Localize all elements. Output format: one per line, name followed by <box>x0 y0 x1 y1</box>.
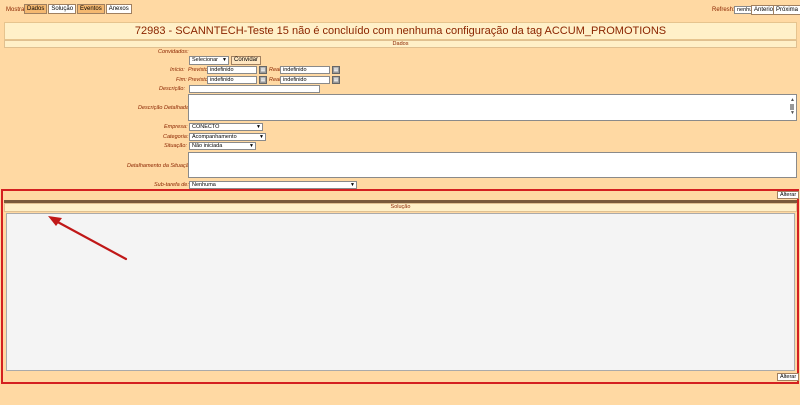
annotation-arrow-icon <box>48 216 128 261</box>
categoria-label: Categoria: <box>163 134 189 140</box>
chevron-down-icon: ▼ <box>350 182 355 188</box>
chevron-down-icon: ▼ <box>249 143 254 149</box>
alterar-solucao-button[interactable]: Alterar <box>777 373 800 381</box>
page-title: 72983 - SCANNTECH-Teste 15 não é concluí… <box>4 22 797 40</box>
descricao-detalhada-label: Descrição Detalhada: <box>138 105 191 111</box>
detalhamento-label: Detalhamento da Situação: <box>127 163 194 169</box>
fim-label: Fim: <box>176 77 187 83</box>
alterar-button[interactable]: Alterar <box>777 191 800 199</box>
chevron-down-icon: ▼ <box>222 57 227 63</box>
calendar-icon[interactable]: ▦ <box>259 76 267 84</box>
view-tabs: Dados Solução Eventos Anexos <box>24 4 132 14</box>
dados-header: Dados <box>4 40 797 48</box>
empresa-select[interactable]: CONECTO ▼ <box>189 123 263 131</box>
fim-real-input[interactable]: indefinido <box>280 76 330 84</box>
descricao-input[interactable] <box>189 85 320 93</box>
refresh-label: Refresh: <box>712 7 735 13</box>
empresa-label: Empresa: <box>164 124 188 130</box>
categoria-select[interactable]: Acompanhamento ▼ <box>189 133 266 141</box>
calendar-icon[interactable]: ▦ <box>332 66 340 74</box>
textarea-scrollbar[interactable]: ▲ ▼ <box>790 98 795 118</box>
convidados-select[interactable]: Selecionar ▼ <box>189 56 229 65</box>
subtarefa-select[interactable]: Nenhuma ▼ <box>189 181 357 189</box>
inicio-label: Início: <box>170 67 185 73</box>
chevron-down-icon: ▼ <box>256 124 261 130</box>
inicio-real-input[interactable]: indefinido <box>280 66 330 74</box>
inicio-previsto-input[interactable]: indefinido <box>207 66 257 74</box>
tab-eventos[interactable]: Eventos <box>77 4 105 14</box>
descricao-label: Descrição: <box>159 86 185 92</box>
subtarefa-label: Sub-tarefa de: <box>154 182 189 188</box>
detalhamento-textarea[interactable] <box>188 152 797 178</box>
situacao-label: Situação: <box>164 143 187 149</box>
tab-anexos[interactable]: Anexos <box>105 4 132 14</box>
convidados-label: Convidados: <box>158 49 189 55</box>
descricao-detalhada-textarea[interactable]: ▲ ▼ <box>188 94 797 121</box>
calendar-icon[interactable]: ▦ <box>259 66 267 74</box>
chevron-down-icon: ▼ <box>259 134 264 140</box>
tab-solucao[interactable]: Solução <box>48 4 77 14</box>
tab-dados[interactable]: Dados <box>24 4 48 14</box>
next-button[interactable]: Próxima <box>773 5 800 15</box>
fim-previsto-input[interactable]: indefinido <box>207 76 257 84</box>
calendar-icon[interactable]: ▦ <box>332 76 340 84</box>
convidar-button[interactable]: Convidar <box>231 56 262 65</box>
situacao-select[interactable]: Não iniciada ▼ <box>189 142 256 150</box>
